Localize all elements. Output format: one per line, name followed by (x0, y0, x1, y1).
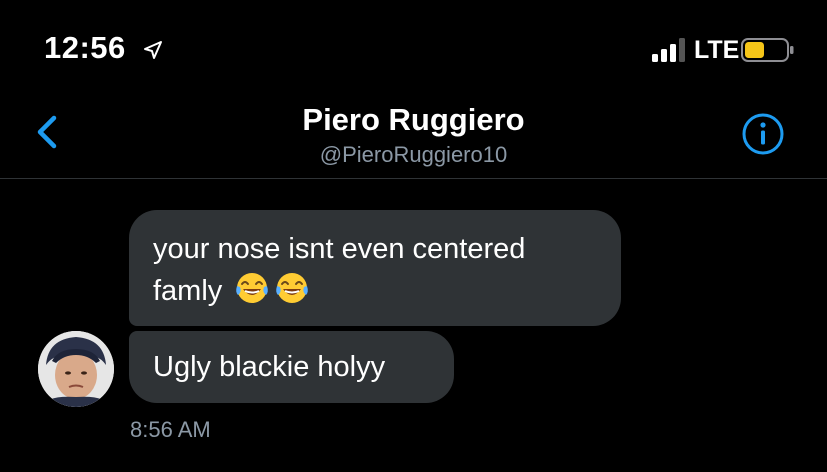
face-with-tears-of-joy-icon (236, 273, 269, 303)
contact-handle[interactable]: @PieroRuggiero10 (0, 140, 827, 170)
network-type-label: LTE (694, 36, 740, 64)
message-timestamp: 8:56 AM (130, 417, 211, 442)
message-text: Ugly blackie holyy (153, 351, 386, 383)
face-with-tears-of-joy-icon (276, 273, 309, 303)
status-time: 12:56 (44, 30, 126, 65)
info-icon[interactable] (741, 112, 785, 156)
contact-name[interactable]: Piero Ruggiero (0, 100, 827, 140)
header-divider (0, 178, 827, 179)
message-bubble[interactable]: your nose isnt even centered famly (129, 210, 621, 326)
message-text-line: famly (153, 270, 597, 312)
battery-icon (741, 38, 794, 62)
location-arrow-icon (144, 41, 162, 59)
cellular-signal-icon (652, 38, 685, 62)
avatar-photo (38, 331, 114, 407)
avatar[interactable] (38, 331, 114, 407)
message-text: famly (153, 275, 223, 307)
message-bubble[interactable]: Ugly blackie holyy (129, 331, 454, 403)
message-text-line: your nose isnt even centered (153, 233, 526, 265)
